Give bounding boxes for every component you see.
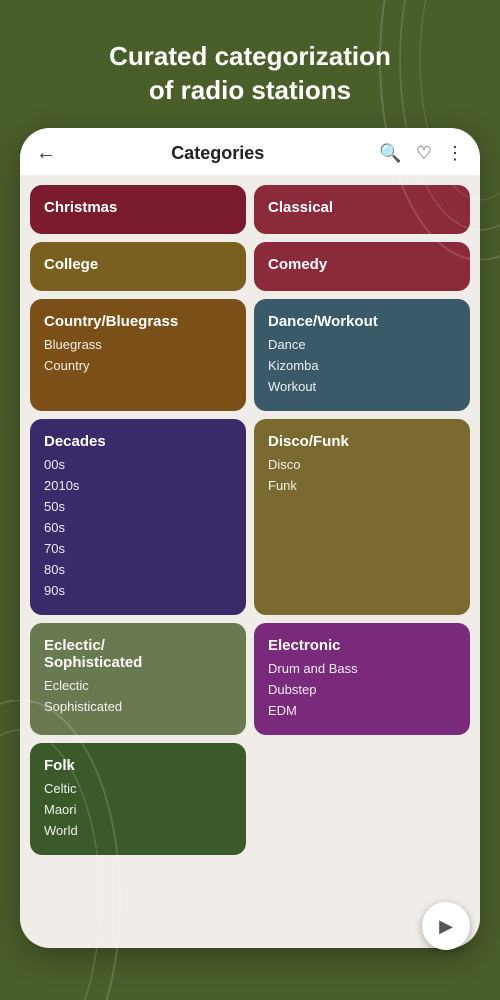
sub-item-folk-2[interactable]: World [44,820,232,841]
sub-item-decades-3[interactable]: 60s [44,517,232,538]
category-card-classical[interactable]: Classical [254,185,470,234]
sub-item-dance-workout-2[interactable]: Workout [268,376,456,397]
sub-item-eclectic-0[interactable]: Eclectic [44,675,232,696]
categories-grid: Christmas Classical College Comedy Country/B… [30,185,470,855]
category-card-electronic[interactable]: Electronic Drum and BassDubstepEDM [254,623,470,735]
category-card-college[interactable]: College [30,242,246,291]
categories-scroll: Christmas Classical College Comedy Country/B… [20,175,480,941]
nav-icons: 🔍 ♡ ⋮ [379,143,464,164]
sub-item-electronic-0[interactable]: Drum and Bass [268,658,456,679]
sub-item-country-bluegrass-1[interactable]: Country [44,355,232,376]
page-header: Curated categorizationof radio stations [0,0,500,128]
sub-item-decades-1[interactable]: 2010s [44,475,232,496]
category-card-disco-funk[interactable]: Disco/Funk DiscoFunk [254,419,470,615]
category-card-eclectic[interactable]: Eclectic/Sophisticated EclecticSophistica… [30,623,246,735]
search-icon[interactable]: 🔍 [379,143,401,164]
category-label-eclectic: Eclectic/Sophisticated [44,637,232,671]
category-card-dance-workout[interactable]: Dance/Workout DanceKizombaWorkout [254,299,470,411]
nav-title: Categories [171,143,264,164]
sub-item-dance-workout-1[interactable]: Kizomba [268,355,456,376]
category-label-disco-funk: Disco/Funk [268,433,456,450]
sub-item-disco-funk-0[interactable]: Disco [268,454,456,475]
sub-item-folk-0[interactable]: Celtic [44,778,232,799]
fab-button[interactable]: ▶ [422,902,470,950]
category-label-college: College [44,256,232,273]
category-label-comedy: Comedy [268,256,456,273]
more-icon[interactable]: ⋮ [446,143,464,164]
category-card-comedy[interactable]: Comedy [254,242,470,291]
category-label-country-bluegrass: Country/Bluegrass [44,313,232,330]
sub-item-disco-funk-1[interactable]: Funk [268,475,456,496]
category-label-folk: Folk [44,757,232,774]
sub-item-electronic-2[interactable]: EDM [268,700,456,721]
sub-item-decades-0[interactable]: 00s [44,454,232,475]
category-card-decades[interactable]: Decades 00s2010s50s60s70s80s90s [30,419,246,615]
header-title: Curated categorizationof radio stations [40,40,460,108]
sub-item-dance-workout-0[interactable]: Dance [268,334,456,355]
back-button[interactable]: ← [36,142,56,165]
fab-icon: ▶ [439,916,453,937]
category-card-christmas[interactable]: Christmas [30,185,246,234]
heart-icon[interactable]: ♡ [416,143,432,164]
sub-item-decades-4[interactable]: 70s [44,538,232,559]
top-bar: ← Categories 🔍 ♡ ⋮ [20,128,480,175]
sub-item-electronic-1[interactable]: Dubstep [268,679,456,700]
category-card-country-bluegrass[interactable]: Country/Bluegrass BluegrassCountry [30,299,246,411]
sub-item-eclectic-1[interactable]: Sophisticated [44,696,232,717]
category-label-christmas: Christmas [44,199,232,216]
sub-item-decades-6[interactable]: 90s [44,580,232,601]
category-label-decades: Decades [44,433,232,450]
sub-item-country-bluegrass-0[interactable]: Bluegrass [44,334,232,355]
category-label-electronic: Electronic [268,637,456,654]
category-label-classical: Classical [268,199,456,216]
sub-item-folk-1[interactable]: Maori [44,799,232,820]
sub-item-decades-5[interactable]: 80s [44,559,232,580]
category-card-folk[interactable]: Folk CelticMaoriWorld [30,743,246,855]
sub-item-decades-2[interactable]: 50s [44,496,232,517]
phone-frame: ← Categories 🔍 ♡ ⋮ Christmas Classical Col… [20,128,480,948]
category-label-dance-workout: Dance/Workout [268,313,456,330]
